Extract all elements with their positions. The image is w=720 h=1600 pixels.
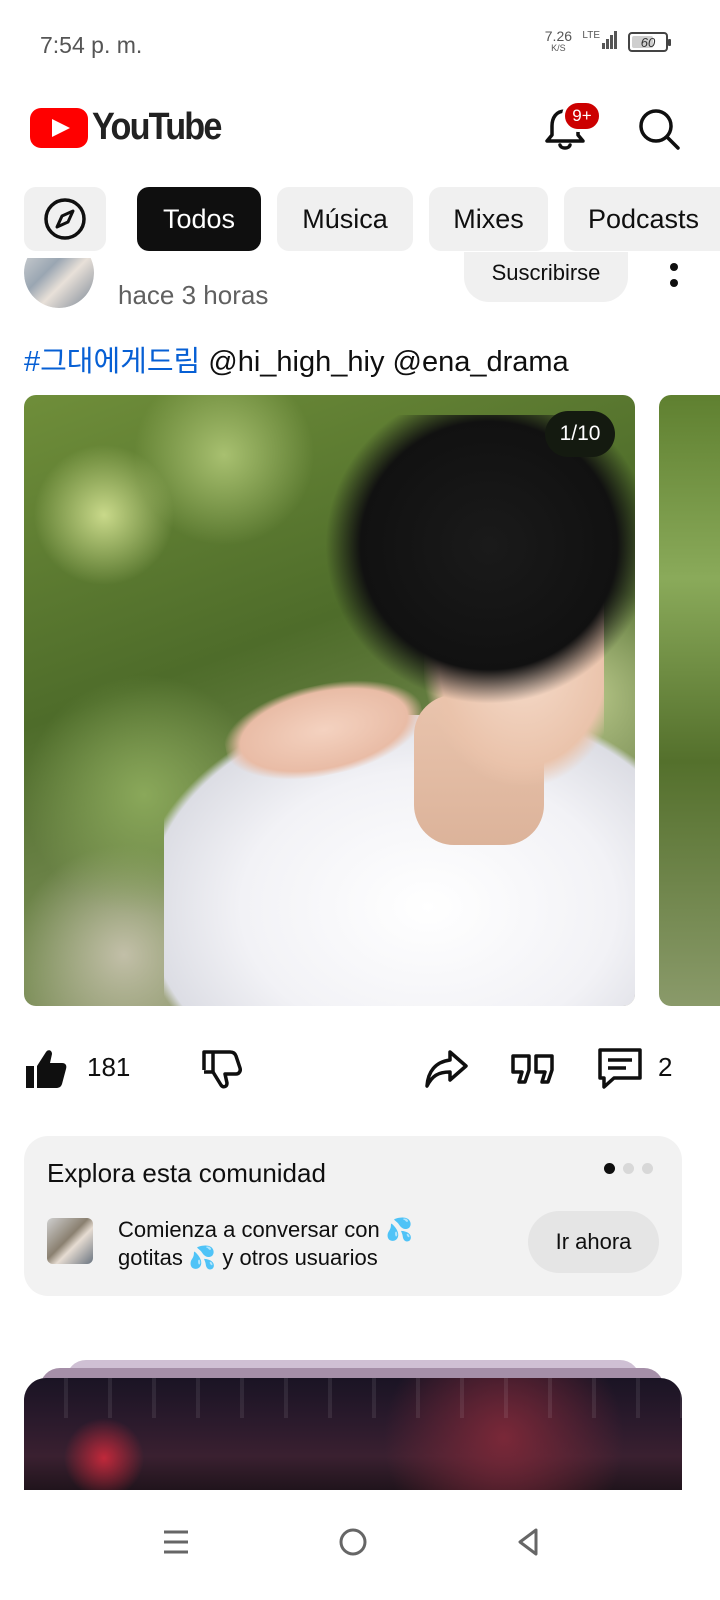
notification-badge: 9+ <box>562 100 602 132</box>
back-triangle-icon <box>518 1528 538 1556</box>
subscribe-label: Suscribirse <box>491 260 601 285</box>
logo-text: YouTube <box>92 106 222 148</box>
post-time: hace 3 horas <box>118 280 269 310</box>
next-image-preview[interactable] <box>659 395 720 1006</box>
battery-icon: 60 <box>628 32 671 52</box>
share-icon[interactable] <box>422 1044 470 1092</box>
menu-icon <box>164 1530 188 1554</box>
post-hashtag[interactable]: #그대에게드림 <box>24 346 200 378</box>
home-circle-icon <box>339 1528 367 1556</box>
image-hair <box>324 415 635 705</box>
quote-icon[interactable] <box>509 1044 557 1092</box>
status-icons: 7.26 K/S LTE 60 <box>544 28 671 54</box>
comment-icon[interactable] <box>596 1044 644 1092</box>
go-now-button[interactable]: Ir ahora <box>528 1211 659 1273</box>
community-text: Comienza a conversar con 💦 gotitas 💦 y o… <box>118 1217 414 1270</box>
pager-dot-3 <box>642 1163 653 1174</box>
youtube-play-icon <box>30 107 88 148</box>
home-button[interactable] <box>323 1512 383 1572</box>
community-avatar <box>47 1218 93 1264</box>
chip-musica[interactable]: Música <box>277 187 413 251</box>
post-image[interactable] <box>24 395 635 1006</box>
network-speed: 7.26 K/S <box>544 28 573 54</box>
network-speed-value: 7.26 <box>544 28 573 44</box>
image-counter: 1/10 <box>545 411 615 457</box>
comment-count: 2 <box>658 1052 673 1082</box>
top-app-bar: YouTube 9+ <box>0 92 720 164</box>
community-title: Explora esta comunidad <box>47 1158 326 1188</box>
channel-avatar[interactable] <box>24 258 94 308</box>
search-icon[interactable] <box>634 104 684 154</box>
pager-dot-2 <box>623 1163 634 1174</box>
explore-button[interactable] <box>24 187 106 251</box>
subscribe-button[interactable]: Suscribirse <box>464 252 628 302</box>
chip-mixes[interactable]: Mixes <box>429 187 548 251</box>
compass-icon <box>44 198 86 240</box>
like-icon[interactable] <box>22 1044 70 1092</box>
post-actions: 181 2 <box>0 1036 720 1100</box>
recent-apps-button[interactable] <box>146 1512 206 1572</box>
filter-chips: Todos Música Mixes Podcasts <box>0 187 720 251</box>
more-vert-icon[interactable] <box>664 262 684 296</box>
status-time: 7:54 p. m. <box>40 32 143 58</box>
system-nav-bar <box>0 1490 720 1600</box>
community-card[interactable]: Explora esta comunidad Comienza a conver… <box>24 1136 682 1296</box>
chip-todos[interactable]: Todos <box>137 187 261 251</box>
post-mentions[interactable]: @hi_high_hiy @ena_drama <box>200 346 568 378</box>
dislike-icon[interactable] <box>196 1044 244 1092</box>
status-bar: 7:54 p. m. 7.26 K/S LTE 60 <box>0 0 720 92</box>
back-button[interactable] <box>498 1512 558 1572</box>
like-count: 181 <box>87 1052 131 1082</box>
signal-icon: LTE <box>582 30 618 54</box>
post-text: #그대에게드림 @hi_high_hiy @ena_drama <box>24 338 569 380</box>
pager-dot-1 <box>604 1163 615 1174</box>
network-type: LTE <box>582 30 600 41</box>
battery-level: 60 <box>640 34 656 50</box>
youtube-logo[interactable]: YouTube <box>30 106 235 149</box>
chip-podcasts[interactable]: Podcasts <box>564 187 720 251</box>
signal-bars <box>602 31 618 54</box>
pager-dots <box>604 1163 653 1174</box>
next-post-thumbnail[interactable] <box>24 1378 682 1490</box>
